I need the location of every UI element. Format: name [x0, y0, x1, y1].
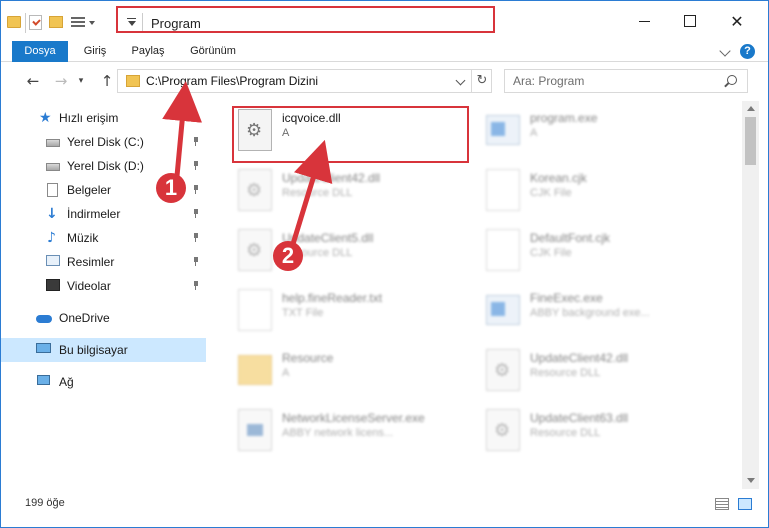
arrow-to-file — [290, 139, 333, 245]
callout-arrows — [162, 81, 333, 245]
file-explorer-window: Program ✕ Dosya Giriş Paylaş Görünüm ? ←… — [0, 0, 769, 528]
callout-badge-2: 2 — [273, 241, 303, 271]
arrow-to-address-bar — [162, 81, 203, 177]
callout-badge-1: 1 — [156, 173, 186, 203]
